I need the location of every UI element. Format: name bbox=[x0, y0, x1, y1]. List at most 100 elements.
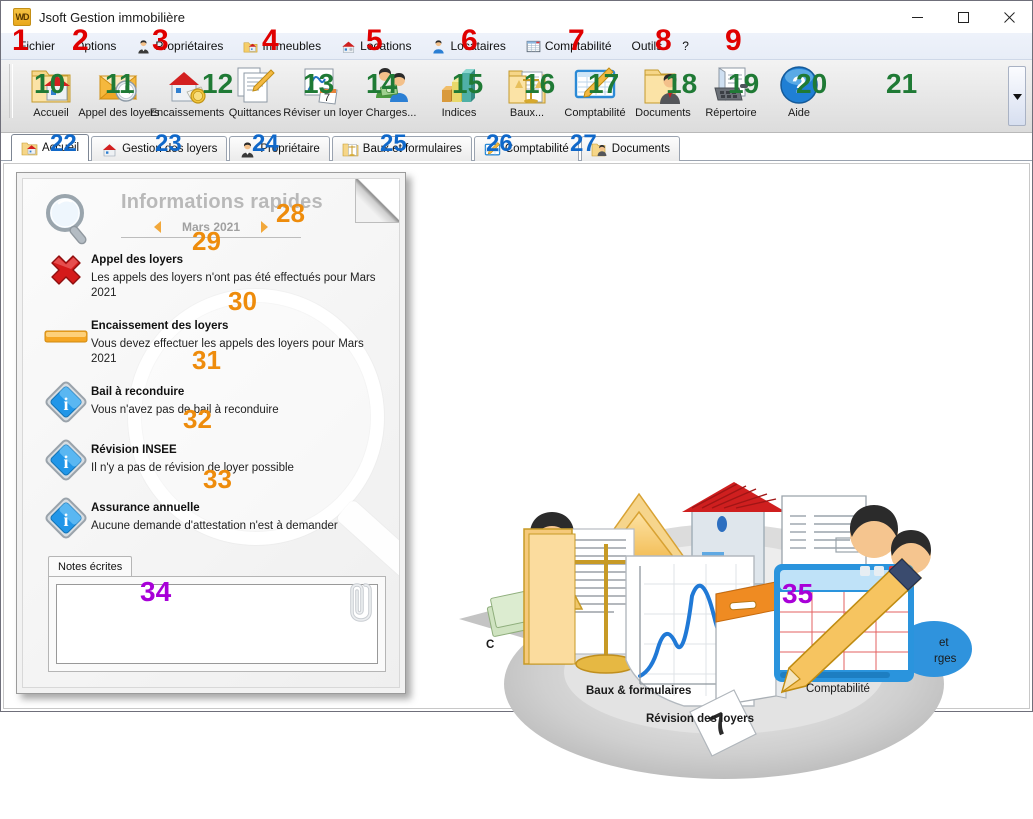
info-item-text: Bail à reconduire Vous n'avez pas de bai… bbox=[91, 379, 279, 418]
notes-input[interactable] bbox=[56, 584, 378, 664]
menu-item-help[interactable]: ? bbox=[672, 34, 699, 58]
menu-item-locataires[interactable]: Locataires bbox=[421, 34, 515, 58]
menu-item-comptabilite[interactable]: Comptabilité bbox=[516, 34, 622, 58]
info-item-encaissement-des-loyers[interactable]: Encaissement des loyers Vous devez effec… bbox=[23, 307, 399, 373]
tab-label: Comptabilité bbox=[504, 143, 569, 155]
svg-text:et: et bbox=[939, 637, 949, 649]
folder-house-icon bbox=[29, 64, 73, 106]
spreadsheet-pencil-icon bbox=[573, 64, 617, 106]
menu-label: Immeubles bbox=[262, 39, 322, 53]
title-bar: WD Jsoft Gestion immobilière bbox=[1, 1, 1032, 33]
toolbar-label: Baux... bbox=[509, 107, 545, 119]
menu-label: Fichier bbox=[19, 39, 56, 53]
svg-text:rges: rges bbox=[934, 653, 957, 665]
toolbar-button-baux[interactable]: Baux... bbox=[493, 60, 561, 130]
menu-label: Comptabilité bbox=[544, 39, 612, 53]
question-help-icon: ? bbox=[777, 64, 821, 106]
menu-item-locations[interactable]: Locations bbox=[331, 34, 421, 58]
info-item-text: Assurance annuelle Aucune demande d'atte… bbox=[91, 495, 338, 534]
toolbar-button-comptabilite[interactable]: Comptabilité bbox=[561, 60, 629, 130]
svg-text:C: C bbox=[486, 639, 494, 651]
menu-item-options[interactable]: Options bbox=[65, 34, 126, 58]
toolbar-label: Réviser un loyer bbox=[283, 107, 363, 119]
tab-accueil[interactable]: Accueil bbox=[11, 134, 90, 161]
prev-month-arrow[interactable] bbox=[150, 220, 164, 234]
menu-label: Locations bbox=[360, 39, 412, 53]
toolbar-button-reviser-un-loyer[interactable]: 7 Réviser un loyer bbox=[283, 60, 363, 130]
chart-calendar-icon: 7 bbox=[301, 64, 345, 106]
toolbar-button-appel-des-loyers[interactable]: Appel des loyers bbox=[78, 60, 160, 130]
tab-comptabilite[interactable]: Comptabilité bbox=[473, 136, 579, 161]
info-item-revision-insee[interactable]: i Révision INSEE Il n'y a pas de révisio… bbox=[23, 431, 399, 489]
panel-divider bbox=[121, 237, 301, 238]
minimize-button[interactable] bbox=[894, 1, 940, 33]
toolbar-label: Aide bbox=[787, 107, 811, 119]
menu-item-immeubles[interactable]: Immeubles bbox=[233, 34, 331, 58]
maximize-button[interactable] bbox=[940, 1, 986, 33]
svg-text:i: i bbox=[63, 394, 68, 414]
tab-proprietaire[interactable]: Propriétaire bbox=[229, 136, 330, 161]
close-button[interactable] bbox=[986, 1, 1032, 33]
info-item-assurance-annuelle[interactable]: i Assurance annuelle Aucune demande d'at… bbox=[23, 489, 399, 547]
tab-label: Documents bbox=[611, 143, 670, 155]
folder-scales-icon bbox=[505, 64, 549, 106]
info-diamond-icon: i bbox=[41, 437, 91, 483]
info-item-title: Encaissement des loyers bbox=[91, 320, 229, 332]
menu-item-fichier[interactable]: Fichier bbox=[9, 34, 65, 58]
tab-gestion-des-loyers[interactable]: Gestion des loyers bbox=[91, 136, 228, 161]
hero-illustration: 7 Baux & formulaires Révision des loyers… bbox=[434, 434, 994, 814]
person-suit-icon bbox=[136, 39, 151, 54]
toolbar-button-repertoire[interactable]: Répertoire bbox=[697, 60, 765, 130]
toolbar-scroll-down-button[interactable] bbox=[1008, 66, 1026, 126]
toolbar-button-accueil[interactable]: Accueil bbox=[17, 60, 85, 130]
toolbar-button-encaissements[interactable]: Encaissements bbox=[150, 60, 224, 130]
toolbar-grip bbox=[9, 64, 13, 118]
documents-pen-icon bbox=[233, 64, 277, 106]
toolbar-button-aide[interactable]: ? Aide bbox=[765, 60, 833, 130]
tab-documents[interactable]: Documents bbox=[580, 136, 680, 161]
menu-label: Locataires bbox=[450, 39, 506, 53]
application-window: WD Jsoft Gestion immobilière Fichier Opt… bbox=[0, 0, 1033, 779]
main-toolbar: Accueil Appel des loyers Encaissements Q… bbox=[1, 60, 1032, 133]
svg-text:Comptabilité: Comptabilité bbox=[806, 683, 870, 695]
page-fold-corner bbox=[355, 179, 399, 223]
info-item-title: Assurance annuelle bbox=[91, 502, 200, 514]
info-items-list: Appel des loyers Les appels des loyers n… bbox=[23, 241, 399, 547]
menu-item-proprietaires[interactable]: Propriétaires bbox=[126, 34, 233, 58]
info-item-desc: Il n'y a pas de révision de loyer possib… bbox=[91, 462, 294, 474]
menu-label: Outils bbox=[631, 39, 663, 53]
toolbar-button-documents[interactable]: Documents bbox=[629, 60, 697, 130]
info-item-appel-des-loyers[interactable]: Appel des loyers Les appels des loyers n… bbox=[23, 241, 399, 307]
window-title: Jsoft Gestion immobilière bbox=[39, 9, 185, 25]
person-suit-icon bbox=[239, 141, 256, 158]
bar-chart-icon bbox=[437, 64, 481, 106]
svg-text:7: 7 bbox=[324, 92, 330, 104]
svg-text:Baux & formulaires: Baux & formulaires bbox=[586, 685, 691, 697]
next-month-arrow[interactable] bbox=[258, 220, 272, 234]
red-cross-icon bbox=[41, 247, 91, 293]
envelope-clock-icon bbox=[97, 64, 141, 106]
tab-label: Baux et formulaires bbox=[362, 143, 462, 155]
folder-scales-icon bbox=[342, 141, 359, 158]
panel-title: Informations rapides bbox=[121, 191, 323, 213]
app-logo-icon: WD bbox=[13, 8, 31, 26]
toolbar-button-charges[interactable]: Charges... bbox=[357, 60, 425, 130]
notes-tab[interactable]: Notes écrites bbox=[48, 556, 133, 577]
toolbar-button-indices[interactable]: Indices bbox=[425, 60, 493, 130]
info-item-desc: Aucune demande d'attestation n'est à dem… bbox=[91, 520, 338, 532]
svg-text:i: i bbox=[63, 510, 68, 530]
menu-label: Propriétaires bbox=[155, 39, 224, 53]
info-item-bail-a-reconduire[interactable]: i Bail à reconduire Vous n'avez pas de b… bbox=[23, 373, 399, 431]
tab-baux-et-formulaires[interactable]: Baux et formulaires bbox=[331, 136, 472, 161]
period-navigation: Mars 2021 bbox=[121, 217, 301, 237]
toolbar-label: Répertoire bbox=[705, 107, 757, 119]
toolbar-label: Accueil bbox=[33, 107, 69, 119]
toolbar-label: Encaissements bbox=[149, 107, 225, 119]
panel-inner: Informations rapides Mars 2021 Appel des… bbox=[22, 178, 400, 688]
toolbar-label: Indices bbox=[441, 107, 477, 119]
folder-house-icon bbox=[21, 140, 38, 157]
notes-section: Notes écrites bbox=[48, 555, 386, 673]
toolbar-button-quittances[interactable]: Quittances bbox=[221, 60, 289, 130]
menu-bar: Fichier Options Propriétaires Immeubles … bbox=[1, 33, 1032, 60]
menu-item-outils[interactable]: Outils bbox=[622, 34, 673, 58]
